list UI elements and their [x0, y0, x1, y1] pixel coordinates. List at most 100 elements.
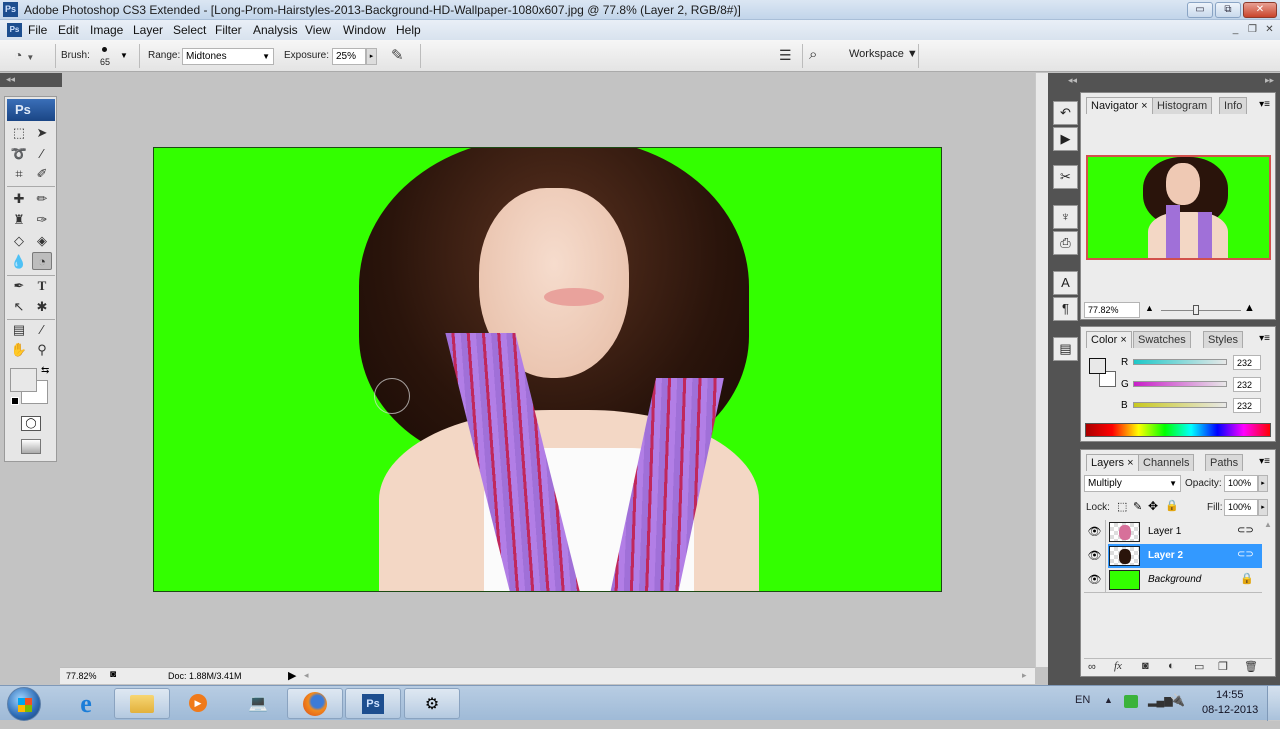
magic-wand-tool[interactable]: ⁄ — [32, 145, 52, 163]
exposure-slider-button[interactable]: ▸ — [366, 48, 377, 65]
taskbar-internet-explorer[interactable]: e — [58, 688, 114, 719]
brushes-panel-icon[interactable]: ♆ — [1053, 205, 1078, 229]
blur-tool[interactable]: 💧 — [9, 253, 29, 271]
paragraph-panel-icon[interactable]: ¶ — [1053, 297, 1078, 321]
vertical-scrollbar[interactable] — [1035, 73, 1048, 667]
clone-stamp-tool[interactable]: ♜ — [9, 211, 29, 229]
brush-picker[interactable]: 65 ▼ — [96, 44, 130, 68]
eraser-tool[interactable]: ◇ — [9, 232, 29, 250]
blend-mode-select[interactable]: Multiply ▼ — [1084, 475, 1181, 492]
menu-window[interactable]: Window — [343, 23, 386, 37]
menu-analysis[interactable]: Analysis — [253, 23, 298, 37]
start-button[interactable] — [7, 687, 41, 721]
actions-panel-icon[interactable]: ▶ — [1053, 127, 1078, 151]
opacity-input[interactable]: 100% — [1224, 475, 1258, 492]
tab-channels[interactable]: Channels — [1138, 454, 1195, 471]
lock-all-icon[interactable]: 🔒 — [1165, 499, 1179, 512]
fill-input[interactable]: 100% — [1224, 499, 1258, 516]
channel-b-slider[interactable] — [1133, 402, 1227, 408]
move-tool[interactable]: ➤ — [32, 124, 52, 142]
slice-tool[interactable]: ✐ — [32, 165, 52, 183]
toolbox-header[interactable]: ◂◂ — [0, 73, 62, 87]
tab-info[interactable]: Info — [1219, 97, 1248, 114]
menu-filter[interactable]: Filter — [215, 23, 242, 37]
workspace-menu[interactable]: Workspace ▼ — [849, 48, 918, 60]
range-select[interactable]: Midtones ▼ — [182, 48, 274, 65]
taskbar-firefox[interactable] — [287, 688, 343, 719]
layer-row[interactable]: 👁 Background 🔒 — [1084, 568, 1262, 592]
navigator-slider-thumb[interactable] — [1193, 305, 1199, 315]
tab-styles[interactable]: Styles — [1203, 331, 1243, 348]
layer-comps-icon[interactable]: ▤ — [1053, 337, 1078, 361]
menu-view[interactable]: View — [305, 23, 331, 37]
eyedropper-tool[interactable]: ⁄ — [32, 321, 52, 339]
menu-select[interactable]: Select — [173, 23, 206, 37]
clock-time[interactable]: 14:55 — [1216, 689, 1244, 701]
bridge-search-icon[interactable]: ⌕ — [809, 46, 817, 63]
link-layers-icon[interactable]: ∞ — [1088, 661, 1096, 673]
panel-menu-icon[interactable]: ▾≡ — [1259, 456, 1270, 467]
taskbar-utility[interactable]: ⚙ — [404, 688, 460, 719]
palette-well-icon[interactable]: ☰ — [779, 47, 795, 63]
screen-mode-icon[interactable] — [21, 439, 41, 454]
default-colors-icon[interactable] — [11, 397, 19, 405]
restore-button[interactable]: ⧉ — [1215, 2, 1241, 18]
minimize-button[interactable]: ▭ — [1187, 2, 1213, 18]
document-canvas[interactable] — [153, 147, 942, 592]
airbrush-toggle-icon[interactable]: ✎ — [391, 46, 404, 64]
color-ramp[interactable] — [1085, 423, 1271, 437]
doc-restore-button[interactable]: ❐ — [1245, 23, 1260, 37]
lock-pixels-icon[interactable]: ✎ — [1133, 500, 1142, 513]
menu-edit[interactable]: Edit — [58, 23, 79, 37]
taskbar-network[interactable]: 💻 — [230, 688, 286, 719]
navigator-preview[interactable] — [1086, 155, 1271, 260]
exposure-input[interactable]: 25% — [332, 48, 366, 65]
menu-image[interactable]: Image — [90, 23, 123, 37]
clock-date[interactable]: 08-12-2013 — [1202, 704, 1258, 716]
show-desktop-button[interactable] — [1267, 686, 1280, 721]
history-panel-icon[interactable]: ↶ — [1053, 101, 1078, 125]
healing-brush-tool[interactable]: ✚ — [9, 190, 29, 208]
brush-tool[interactable]: ✏ — [32, 190, 52, 208]
layer-style-icon[interactable]: fx — [1114, 660, 1122, 672]
network-status-icon[interactable] — [1124, 695, 1138, 708]
status-info-icon[interactable]: ◙ — [110, 669, 116, 680]
close-button[interactable]: ✕ — [1243, 2, 1277, 18]
language-indicator[interactable]: EN — [1075, 694, 1090, 706]
tab-layers[interactable]: Layers × — [1086, 454, 1139, 471]
new-group-icon[interactable]: ▭ — [1194, 660, 1204, 673]
visibility-eye-icon[interactable]: 👁 — [1084, 520, 1106, 544]
clone-source-icon[interactable]: ⎙ — [1053, 231, 1078, 255]
channel-g-input[interactable]: 232 — [1233, 377, 1261, 392]
tab-navigator[interactable]: Navigator × — [1086, 97, 1153, 114]
status-menu-arrow[interactable]: ▶ — [288, 669, 296, 682]
marquee-tool[interactable]: ⬚ — [9, 124, 29, 142]
quick-mask-icon[interactable]: ◯ — [21, 416, 41, 431]
swap-colors-icon[interactable]: ⇆ — [41, 365, 49, 376]
panel-menu-icon[interactable]: ▾≡ — [1259, 99, 1270, 110]
taskbar-media-player[interactable]: ▶ — [170, 688, 226, 719]
history-brush-tool[interactable]: ✑ — [32, 211, 52, 229]
layer-row[interactable]: 👁 Layer 1 ⊂⊃ — [1084, 520, 1262, 544]
tab-histogram[interactable]: Histogram — [1152, 97, 1213, 114]
scroll-right-arrow[interactable]: ▸ — [1022, 670, 1027, 681]
panel-menu-icon[interactable]: ▾≡ — [1259, 333, 1270, 344]
channel-r-input[interactable]: 232 — [1233, 355, 1261, 370]
menu-file[interactable]: File — [28, 23, 47, 37]
paint-bucket-tool[interactable]: ◈ — [32, 232, 52, 250]
delete-layer-icon[interactable]: 🗑 — [1244, 660, 1258, 673]
new-layer-icon[interactable]: ❐ — [1218, 660, 1228, 673]
layer-name[interactable]: Background — [1148, 574, 1201, 585]
navigator-zoom-input[interactable]: 77.82% — [1084, 302, 1140, 318]
type-tool[interactable]: T — [32, 277, 52, 295]
character-panel-icon[interactable]: A — [1053, 271, 1078, 295]
notes-tool[interactable]: ▤ — [9, 321, 29, 339]
channel-b-input[interactable]: 232 — [1233, 398, 1261, 413]
foreground-color-swatch[interactable] — [10, 368, 37, 392]
add-mask-icon[interactable]: ◙ — [1142, 660, 1149, 672]
lasso-tool[interactable]: ➰ — [9, 145, 29, 163]
layer-name[interactable]: Layer 1 — [1148, 526, 1181, 537]
lock-transparency-icon[interactable]: ⬚ — [1117, 500, 1127, 513]
tab-paths[interactable]: Paths — [1205, 454, 1244, 471]
lock-position-icon[interactable]: ✥ — [1148, 499, 1158, 513]
